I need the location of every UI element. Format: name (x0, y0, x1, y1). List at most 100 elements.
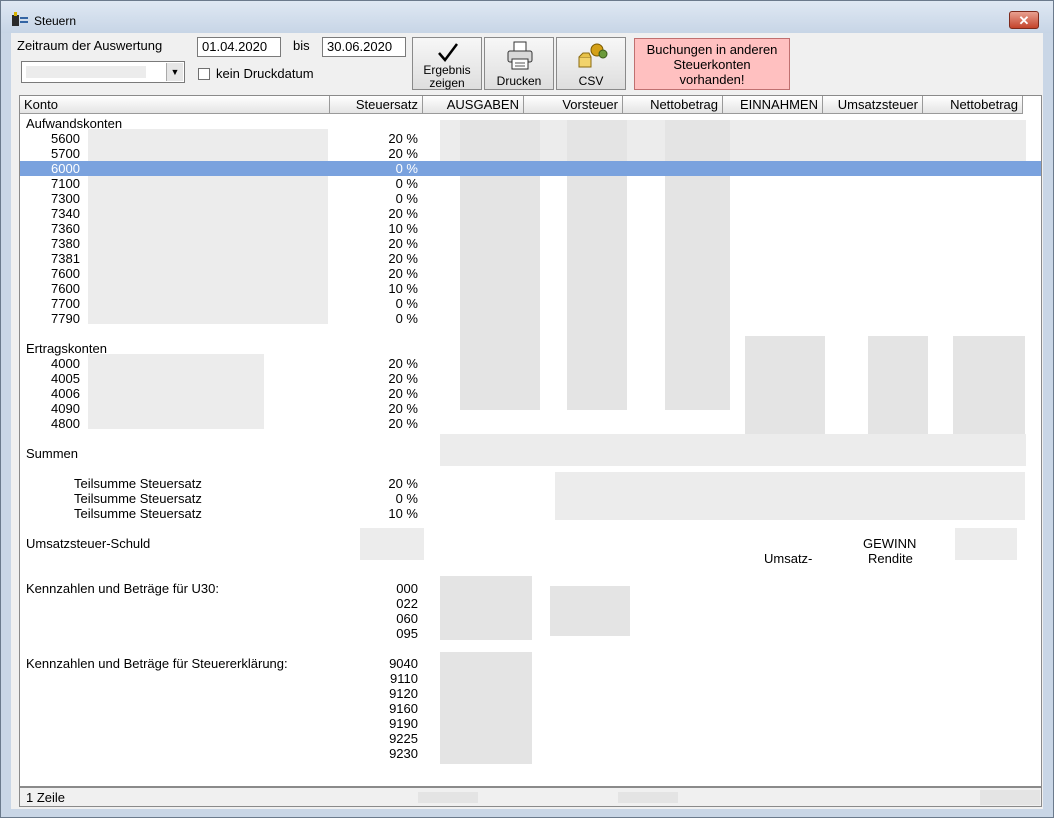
row-count: 1 Zeile (26, 790, 66, 805)
notice-line-1: Buchungen in anderen (646, 42, 778, 57)
steuern-window: Steuern ✕ Zeitraum der Auswertung 01.04.… (0, 0, 1054, 818)
to-date-field[interactable]: 30.06.2020 (322, 37, 406, 57)
subtotal-label: Teilsumme Steuersatz (74, 506, 202, 521)
tax-rate: 0 % (395, 191, 418, 206)
tax-rate: 20 % (388, 131, 418, 146)
tax-return-code: 9160 (389, 701, 418, 716)
tax-rate: 20 % (388, 371, 418, 386)
section-expenses: Aufwandskonten (26, 116, 123, 131)
column-header-ausgaben[interactable]: AUSGABEN (423, 96, 524, 114)
table-row[interactable]: 9110 (20, 671, 1041, 686)
table-row[interactable]: 5600 20 % (20, 131, 1041, 146)
account-number: 7300 (51, 191, 80, 206)
table-row[interactable]: Teilsumme Steuersatz 10 % (20, 506, 1041, 521)
account-number: 7360 (51, 221, 80, 236)
redacted-status-value (618, 792, 678, 803)
tax-rate: 20 % (388, 251, 418, 266)
table-row[interactable]: 4005 20 % (20, 371, 1041, 386)
tax-return-code: 9230 (389, 746, 418, 761)
table-row[interactable]: 022 (20, 596, 1041, 611)
table-row[interactable]: 9120 (20, 686, 1041, 701)
tax-rate: 10 % (388, 506, 418, 521)
table-row[interactable]: 7790 0 % (20, 311, 1041, 326)
notice-line-3: vorhanden! (679, 72, 745, 87)
table-row[interactable]: 000 (20, 581, 1041, 596)
column-header-nettobetrag-einnahmen[interactable]: Nettobetrag (923, 96, 1023, 114)
tax-return-code: 9110 (390, 671, 418, 686)
column-header-umsatzsteuer[interactable]: Umsatzsteuer (823, 96, 923, 114)
profit-row: Umsatz- Rendite (20, 551, 1041, 566)
u30-code: 060 (396, 611, 418, 626)
table-row[interactable]: 095 (20, 626, 1041, 641)
tax-return-code: 9190 (389, 716, 418, 731)
account-number: 4800 (51, 416, 80, 431)
u30-code: 095 (396, 626, 418, 641)
account-number: 7700 (51, 296, 80, 311)
tax-rate: 20 % (388, 206, 418, 221)
table-row[interactable]: 060 (20, 611, 1041, 626)
account-number: 7600 (51, 281, 80, 296)
column-header-steuersatz[interactable]: Steuersatz (330, 96, 423, 114)
table-row[interactable]: 7600 20 % (20, 266, 1041, 281)
period-label: Zeitraum der Auswertung (17, 38, 163, 53)
close-button[interactable]: ✕ (1009, 11, 1039, 29)
table-row[interactable]: Teilsumme Steuersatz 20 % (20, 476, 1041, 491)
tax-rate: 10 % (388, 221, 418, 236)
to-label: bis (293, 38, 310, 53)
table-row[interactable]: 7600 10 % (20, 281, 1041, 296)
table-row[interactable]: 9040 (20, 656, 1041, 671)
column-header-konto[interactable]: Konto (20, 96, 330, 114)
table-row[interactable]: 4006 20 % (20, 386, 1041, 401)
tax-report-grid[interactable]: Konto Steuersatz AUSGABEN Vorsteuer Nett… (19, 95, 1042, 787)
tax-rate: 20 % (388, 416, 418, 431)
tax-rate: 20 % (388, 401, 418, 416)
account-number: 7381 (51, 251, 80, 266)
account-number: 7380 (51, 236, 80, 251)
title-bar: Steuern ✕ (1, 1, 1053, 33)
table-row[interactable]: Teilsumme Steuersatz 0 % (20, 491, 1041, 506)
client-area: Zeitraum der Auswertung 01.04.2020 bis 3… (11, 33, 1043, 809)
table-row[interactable]: 7700 0 % (20, 296, 1041, 311)
show-result-button[interactable]: Ergebnis zeigen (412, 37, 482, 90)
column-header-einnahmen[interactable]: EINNAHMEN (723, 96, 823, 114)
status-bar: 1 Zeile (19, 787, 1042, 807)
table-row[interactable]: 7100 0 % (20, 176, 1041, 191)
tax-return-code: 9225 (389, 731, 418, 746)
table-row[interactable]: 7340 20 % (20, 206, 1041, 221)
account-number: 7340 (51, 206, 80, 221)
table-row[interactable]: 5700 20 % (20, 146, 1041, 161)
tax-return-code: 9120 (389, 686, 418, 701)
table-row[interactable]: 9160 (20, 701, 1041, 716)
redacted-status-value (980, 790, 1040, 805)
window-title: Steuern (34, 14, 77, 28)
column-header-nettobetrag-ausgaben[interactable]: Nettobetrag (623, 96, 723, 114)
table-row[interactable]: 9230 (20, 746, 1041, 761)
table-row[interactable]: 7300 0 % (20, 191, 1041, 206)
table-row[interactable]: 4000 20 % (20, 356, 1041, 371)
table-row[interactable]: 7380 20 % (20, 236, 1041, 251)
table-row[interactable]: 6000 0 % (20, 161, 1041, 176)
redacted-status-value (418, 792, 478, 803)
from-date-field[interactable]: 01.04.2020 (197, 37, 281, 57)
table-row[interactable]: 9225 (20, 731, 1041, 746)
show-result-label-2: zeigen (429, 76, 465, 90)
table-row[interactable]: 9190 (20, 716, 1041, 731)
app-icon (12, 12, 28, 26)
chevron-down-icon[interactable]: ▼ (166, 63, 183, 81)
close-icon: ✕ (1018, 13, 1030, 28)
tax-rate: 20 % (388, 146, 418, 161)
printer-icon (507, 41, 533, 70)
tax-rate: 20 % (388, 266, 418, 281)
no-print-date-checkbox[interactable] (198, 68, 210, 80)
account-select[interactable]: ▼ (21, 61, 185, 83)
other-tax-accounts-notice: Buchungen in anderen Steuerkonten vorhan… (634, 38, 790, 90)
print-button[interactable]: Drucken (484, 37, 554, 90)
column-header-vorsteuer[interactable]: Vorsteuer (524, 96, 623, 114)
vat-debt-row: Umsatzsteuer-Schuld GEWINN (26, 536, 917, 551)
table-row[interactable]: 4090 20 % (20, 401, 1041, 416)
csv-button[interactable]: CSV (556, 37, 626, 90)
umsatz-label: Umsatz- (764, 551, 813, 566)
table-row[interactable]: 7360 10 % (20, 221, 1041, 236)
table-row[interactable]: 4800 20 % (20, 416, 1041, 431)
table-row[interactable]: 7381 20 % (20, 251, 1041, 266)
